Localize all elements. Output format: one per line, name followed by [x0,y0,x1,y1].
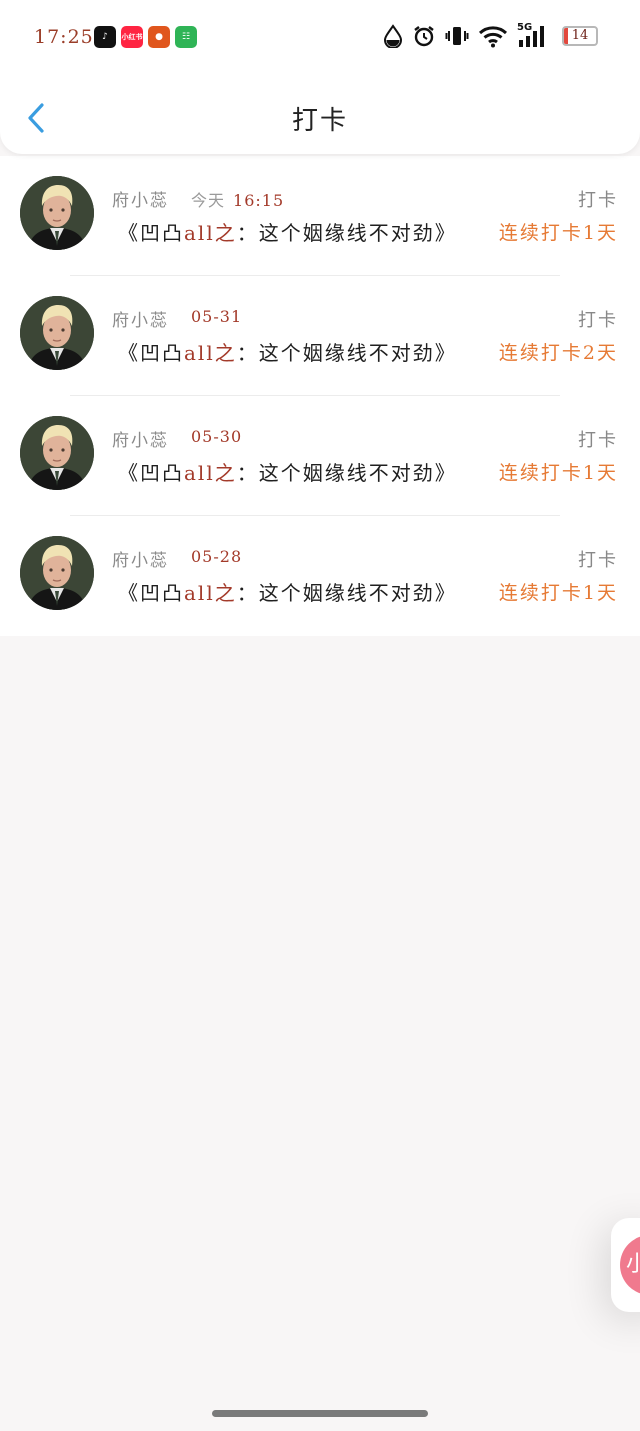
status-time: 17:25 [34,26,94,48]
book-title-highlight: all之 [184,461,237,485]
book-title-highlight: all之 [184,221,237,245]
green-app-icon: ☷ [175,26,197,48]
checkin-date: 05-28 [191,547,242,566]
book-title-open: 《凹凸 [118,461,184,485]
checkin-type-label: 打卡 [578,190,618,211]
book-title-highlight: all之 [184,341,237,365]
author-name: 府小蕊 [112,311,169,331]
checkin-date: 05-30 [191,427,242,446]
book-title-rest: ：这个姻缘线不对劲》 [236,461,457,485]
wifi-icon [478,26,508,48]
book-title-rest: ：这个姻缘线不对劲》 [236,581,457,605]
book-title: 《凹凸all之：这个姻缘线不对劲》 [118,577,457,606]
notification-app-icons: ♪ 小红书 ● ☷ [94,26,197,48]
floating-assistant-button[interactable]: 小 [611,1218,640,1312]
streak-label: 连续打卡1天 [498,462,618,484]
cellular-signal-icon: 5G [517,22,549,48]
author-name: 府小蕊 [112,191,169,211]
pumpkin-app-icon: ● [148,26,170,48]
header: 17:25 ♪ 小红书 ● ☷ 5G 14 打卡 [0,0,640,154]
book-title-open: 《凹凸 [118,581,184,605]
book-title-open: 《凹凸 [118,341,184,365]
avatar[interactable] [20,296,94,370]
author-name: 府小蕊 [112,551,169,571]
navigation-bar: 打卡 [0,76,640,154]
avatar[interactable] [20,176,94,250]
avatar-portrait-icon [20,176,94,250]
date-prefix: 今天 [191,191,226,210]
avatar[interactable] [20,416,94,490]
streak-label: 连续打卡1天 [498,582,618,604]
system-icons: 5G 14 [383,22,598,48]
alarm-clock-icon [414,26,434,47]
home-indicator[interactable] [212,1410,428,1417]
book-title-rest: ：这个姻缘线不对劲》 [236,341,457,365]
book-title-open: 《凹凸 [118,221,184,245]
checkin-date: 今天 16:15 [191,187,284,211]
floating-assistant-label: 小 [620,1235,640,1295]
date-value: 16:15 [233,191,285,210]
date-value: 05-28 [191,547,243,566]
checkin-row[interactable]: 府小蕊 05-28 打卡 《凹凸all之：这个姻缘线不对劲》 连续打卡1天 [0,515,640,636]
checkin-type-label: 打卡 [578,550,618,571]
page-title: 打卡 [291,106,348,136]
checkin-row[interactable]: 府小蕊 05-30 打卡 《凹凸all之：这个姻缘线不对劲》 连续打卡1天 [0,395,640,516]
avatar[interactable] [20,536,94,610]
water-drop-icon [383,24,403,48]
checkin-row[interactable]: 府小蕊 今天 16:15 打卡 《凹凸all之：这个姻缘线不对劲》 连续打卡1天 [0,156,640,276]
book-title: 《凹凸all之：这个姻缘线不对劲》 [118,457,457,486]
book-title-rest: ：这个姻缘线不对劲》 [236,221,457,245]
date-value: 05-31 [191,307,243,326]
tiktok-icon: ♪ [94,26,116,48]
checkin-date: 05-31 [191,307,242,326]
avatar-portrait-icon [20,416,94,490]
avatar-portrait-icon [20,536,94,610]
battery-icon: 14 [562,26,598,46]
date-value: 05-30 [191,427,243,446]
battery-level: 14 [571,28,589,43]
streak-label: 连续打卡1天 [498,222,618,244]
book-title-highlight: all之 [184,581,237,605]
checkin-type-label: 打卡 [578,430,618,451]
xiaohongshu-icon: 小红书 [121,26,143,48]
checkin-type-label: 打卡 [578,310,618,331]
status-bar: 17:25 ♪ 小红书 ● ☷ 5G 14 [0,0,640,76]
checkin-row[interactable]: 府小蕊 05-31 打卡 《凹凸all之：这个姻缘线不对劲》 连续打卡2天 [0,275,640,396]
checkin-list: 府小蕊 今天 16:15 打卡 《凹凸all之：这个姻缘线不对劲》 连续打卡1天 … [0,156,640,636]
author-name: 府小蕊 [112,431,169,451]
streak-label: 连续打卡2天 [498,342,618,364]
book-title: 《凹凸all之：这个姻缘线不对劲》 [118,217,457,246]
avatar-portrait-icon [20,296,94,370]
vibrate-icon [445,27,469,45]
book-title: 《凹凸all之：这个姻缘线不对劲》 [118,337,457,366]
